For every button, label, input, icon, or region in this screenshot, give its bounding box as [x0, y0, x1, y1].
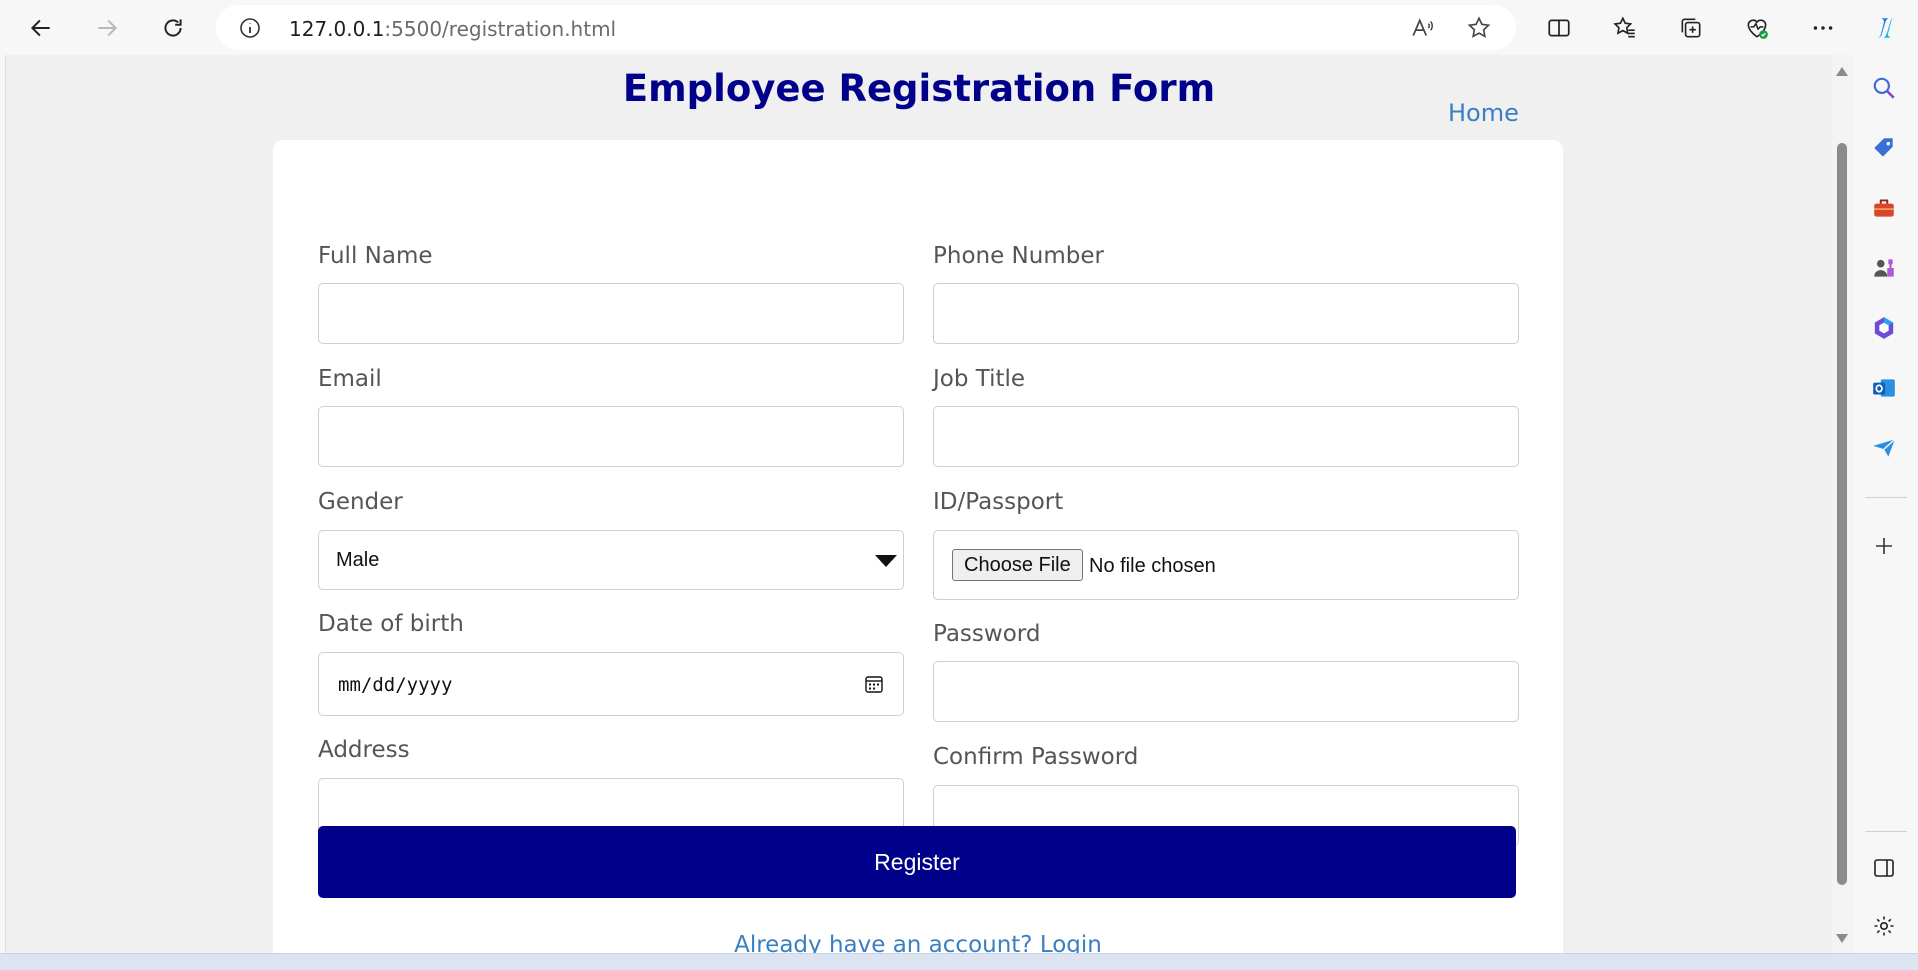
dob-input[interactable]: mm/dd/yyyy [318, 652, 904, 716]
id-passport-label: ID/Passport [933, 489, 1064, 515]
page-title: Employee Registration Form [622, 67, 1216, 110]
full-name-label: Full Name [318, 243, 433, 269]
forward-arrow-icon[interactable] [88, 9, 126, 47]
taskbar [0, 953, 1918, 970]
full-name-input[interactable] [318, 283, 904, 344]
home-link[interactable]: Home [1448, 99, 1519, 127]
scroll-up-icon[interactable] [1836, 67, 1848, 76]
microsoft365-icon[interactable] [1869, 313, 1899, 343]
dob-placeholder: mm/dd/yyyy [338, 674, 453, 696]
sidebar-divider-bottom [1865, 831, 1907, 832]
gender-label: Gender [318, 489, 403, 515]
calendar-icon[interactable] [864, 674, 884, 694]
games-icon[interactable] [1869, 253, 1899, 283]
chevron-down-icon [875, 555, 897, 567]
settings-icon[interactable] [1869, 911, 1899, 941]
url-text[interactable]: 127.0.0.1:5500/registration.html [289, 17, 616, 41]
browser-toolbar: 127.0.0.1:5500/registration.html [0, 0, 1918, 55]
phone-label: Phone Number [933, 243, 1104, 269]
gender-select[interactable]: Male [318, 530, 904, 590]
gender-selected-value: Male [336, 549, 380, 571]
sidebar-divider [1865, 497, 1907, 498]
outlook-icon[interactable] [1869, 373, 1899, 403]
back-arrow-icon[interactable] [22, 9, 60, 47]
choose-file-button[interactable]: Choose File [952, 549, 1083, 581]
search-icon[interactable] [1869, 73, 1899, 103]
login-link[interactable]: Already have an account? Login [273, 932, 1563, 953]
collections-icon[interactable] [1672, 9, 1710, 47]
scrollbar-thumb[interactable] [1837, 143, 1847, 885]
read-aloud-icon[interactable] [1410, 15, 1436, 41]
phone-input[interactable] [933, 283, 1519, 344]
email-label: Email [318, 366, 382, 392]
info-icon[interactable] [238, 16, 262, 40]
split-screen-icon[interactable] [1540, 9, 1578, 47]
url-host: 127.0.0.1 [289, 17, 385, 41]
email-input[interactable] [318, 406, 904, 467]
copilot-icon[interactable] [1867, 9, 1905, 47]
url-path: :5500/registration.html [384, 17, 617, 41]
registration-card: Full Name Email Gender Male Date of birt… [273, 140, 1563, 953]
tools-icon[interactable] [1869, 193, 1899, 223]
id-passport-file-input: Choose File No file chosen [933, 530, 1519, 600]
vertical-scrollbar[interactable] [1831, 55, 1853, 953]
address-bar[interactable]: 127.0.0.1:5500/registration.html [216, 5, 1516, 50]
job-title-label: Job Title [933, 366, 1026, 392]
job-title-input[interactable] [933, 406, 1519, 467]
sidebar-toggle-icon[interactable] [1869, 853, 1899, 883]
shopping-tag-icon[interactable] [1869, 133, 1899, 163]
password-label: Password [933, 621, 1041, 647]
favorites-icon[interactable] [1606, 9, 1644, 47]
refresh-icon[interactable] [154, 9, 192, 47]
scroll-down-icon[interactable] [1836, 934, 1848, 943]
register-button[interactable]: Register [318, 826, 1516, 898]
favorite-star-icon[interactable] [1466, 15, 1492, 41]
dob-label: Date of birth [318, 611, 464, 637]
browser-essentials-icon[interactable] [1738, 9, 1776, 47]
address-label: Address [318, 737, 410, 763]
page-viewport: Employee Registration Form Home Full Nam… [5, 55, 1831, 953]
edge-sidebar [1855, 55, 1918, 953]
add-icon[interactable] [1869, 531, 1899, 561]
send-icon[interactable] [1869, 433, 1899, 463]
confirm-password-label: Confirm Password [933, 744, 1139, 770]
no-file-text: No file chosen [1089, 555, 1216, 577]
password-input[interactable] [933, 661, 1519, 722]
more-icon[interactable] [1804, 9, 1842, 47]
